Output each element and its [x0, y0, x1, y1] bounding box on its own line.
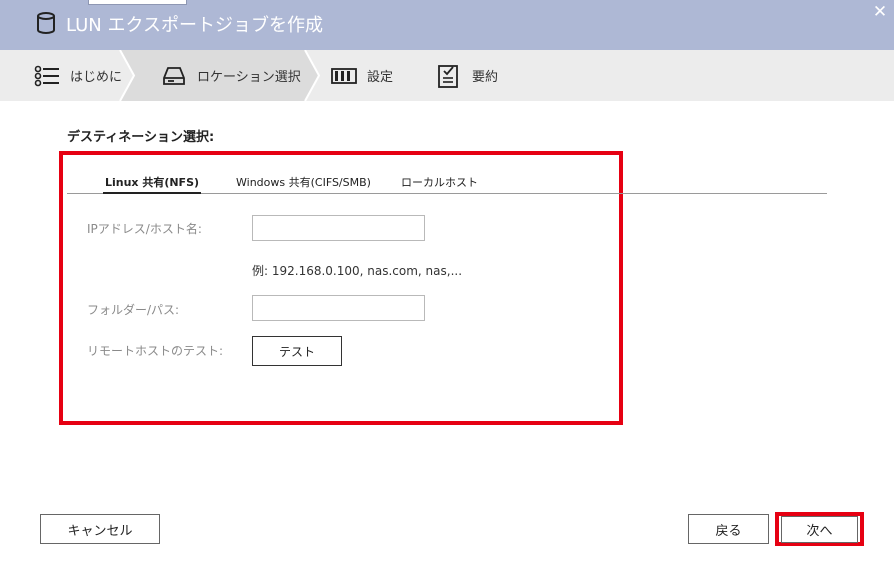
tab-nfs[interactable]: Linux 共有(NFS): [103, 170, 201, 194]
summary-checklist-icon: [438, 64, 458, 88]
ip-address-hint: 例: 192.168.0.100, nas.com, nas,...: [252, 264, 463, 278]
folder-path-label: フォルダー/パス:: [87, 303, 180, 317]
ip-address-label: IPアドレス/ホスト名:: [87, 222, 202, 236]
drive-icon: [163, 66, 185, 85]
title-bar: LUN エクスポートジョブを作成 ✕: [0, 0, 894, 50]
test-button[interactable]: テスト: [252, 336, 342, 366]
back-button[interactable]: 戻る: [688, 514, 769, 544]
wizard-steps: はじめに ロケーション選択 設定 要約: [0, 50, 894, 101]
destination-title: デスティネーション選択:: [67, 130, 215, 145]
step-settings: 設定: [331, 50, 393, 101]
step-label: 要約: [472, 70, 499, 85]
step-introduction: はじめに: [34, 50, 122, 101]
close-icon[interactable]: ✕: [870, 2, 890, 22]
window-tab-stub: [88, 0, 187, 5]
step-summary: 要約: [436, 50, 498, 101]
tab-cifs-smb[interactable]: Windows 共有(CIFS/SMB): [236, 170, 371, 194]
step-location: ロケーション選択: [161, 50, 301, 101]
list-icon: [34, 65, 59, 86]
tab-localhost[interactable]: ローカルホスト: [401, 170, 478, 194]
next-button[interactable]: 次へ: [781, 516, 858, 543]
step-label: 設定: [367, 70, 394, 85]
ip-address-input[interactable]: [252, 215, 425, 241]
folder-path-input[interactable]: [252, 295, 425, 321]
cancel-button[interactable]: キャンセル: [40, 514, 160, 544]
step-label: はじめに: [70, 70, 123, 85]
window-title: LUN エクスポートジョブを作成: [66, 15, 323, 36]
settings-bars-icon: [331, 67, 357, 84]
database-icon: [37, 12, 55, 34]
step-label: ロケーション選択: [197, 70, 301, 85]
remote-host-test-label: リモートホストのテスト:: [87, 344, 224, 358]
destination-tabs: Linux 共有(NFS) Windows 共有(CIFS/SMB) ローカルホ…: [67, 170, 827, 194]
